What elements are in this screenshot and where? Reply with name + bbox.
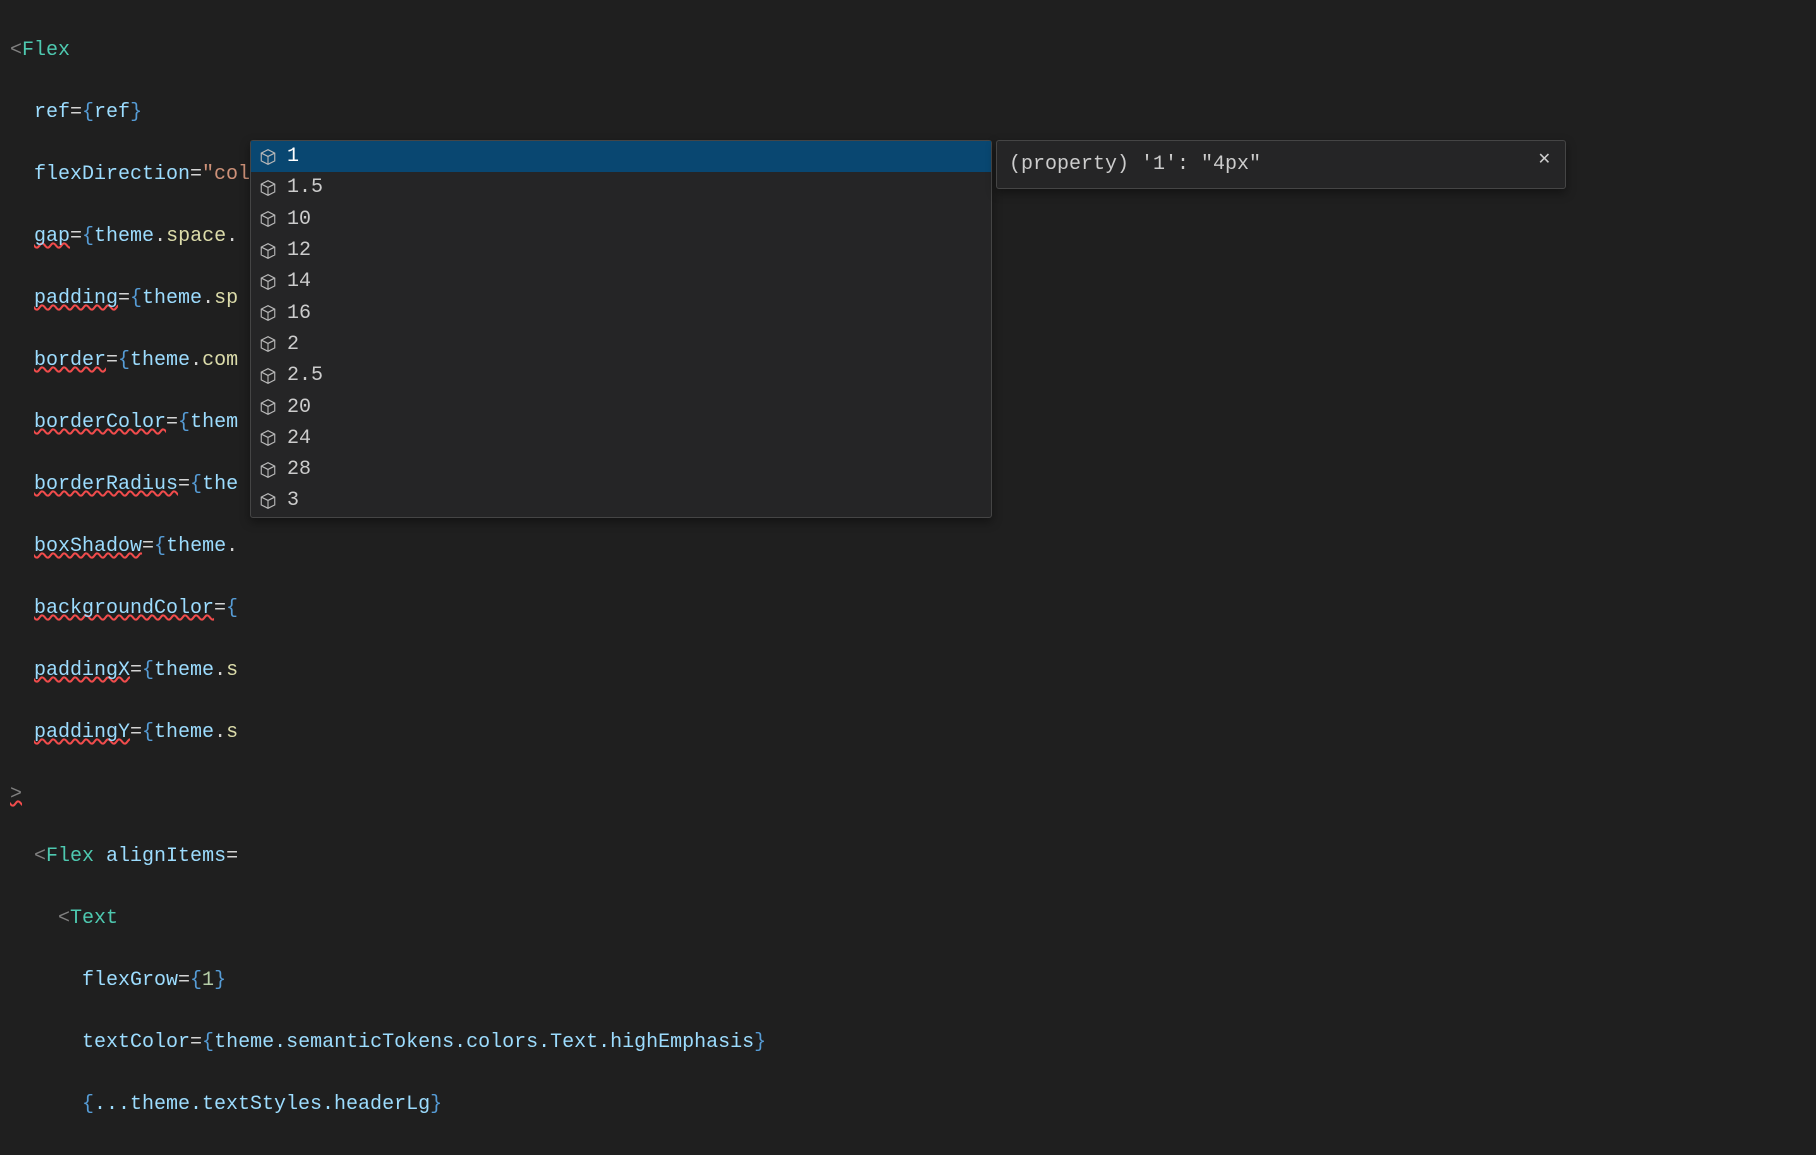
close-icon[interactable]: ✕: [1536, 149, 1553, 171]
property-icon: [259, 398, 277, 416]
code-line[interactable]: <Flex: [10, 35, 1806, 66]
suggest-item-label: 2: [287, 329, 299, 360]
code-line[interactable]: paddingX={theme.s: [10, 655, 1806, 686]
suggest-item-label: 20: [287, 392, 311, 423]
property-icon: [259, 210, 277, 228]
property-icon: [259, 461, 277, 479]
code-line[interactable]: boxShadow={theme.: [10, 531, 1806, 562]
property-icon: [259, 367, 277, 385]
suggest-item-label: 14: [287, 266, 311, 297]
suggest-item[interactable]: 2: [251, 329, 991, 360]
property-icon: [259, 179, 277, 197]
suggest-item[interactable]: 1: [251, 141, 991, 172]
suggest-item[interactable]: 12: [251, 235, 991, 266]
suggest-item-label: 1: [287, 141, 299, 172]
intellisense-docs-widget: (property) '1': "4px" ✕: [996, 140, 1566, 189]
suggest-item[interactable]: 24: [251, 423, 991, 454]
suggest-item[interactable]: 3: [251, 485, 991, 516]
suggest-item-label: 12: [287, 235, 311, 266]
suggest-item-label: 10: [287, 204, 311, 235]
code-line[interactable]: flexGrow={1}: [10, 965, 1806, 996]
suggest-item[interactable]: 28: [251, 454, 991, 485]
suggest-item[interactable]: 20: [251, 391, 991, 422]
suggest-item[interactable]: 10: [251, 204, 991, 235]
property-icon: [259, 304, 277, 322]
property-icon: [259, 148, 277, 166]
property-icon: [259, 492, 277, 510]
suggest-item[interactable]: 1.5: [251, 172, 991, 203]
suggest-item-label: 28: [287, 454, 311, 485]
code-line[interactable]: <Text: [10, 903, 1806, 934]
property-icon: [259, 335, 277, 353]
code-line[interactable]: >: [10, 779, 1806, 810]
suggest-item-label: 3: [287, 485, 299, 516]
suggest-item-label: 24: [287, 423, 311, 454]
property-icon: [259, 429, 277, 447]
code-line[interactable]: textColor={theme.semanticTokens.colors.T…: [10, 1027, 1806, 1058]
intellisense-suggest-widget: 11.51012141622.52024283: [250, 140, 992, 518]
suggest-item[interactable]: 16: [251, 297, 991, 328]
docs-text: (property) '1': "4px": [1009, 149, 1261, 180]
suggest-item[interactable]: 14: [251, 266, 991, 297]
code-line[interactable]: ref={ref}: [10, 97, 1806, 128]
property-icon: [259, 273, 277, 291]
code-line[interactable]: paddingY={theme.s: [10, 717, 1806, 748]
suggest-item-label: 16: [287, 298, 311, 329]
code-line[interactable]: {...theme.textStyles.headerLg}: [10, 1089, 1806, 1120]
property-icon: [259, 242, 277, 260]
suggest-item-label: 2.5: [287, 360, 323, 391]
suggest-item-label: 1.5: [287, 172, 323, 203]
code-line[interactable]: backgroundColor={: [10, 593, 1806, 624]
code-line[interactable]: <Flex alignItems=: [10, 841, 1806, 872]
suggest-item[interactable]: 2.5: [251, 360, 991, 391]
